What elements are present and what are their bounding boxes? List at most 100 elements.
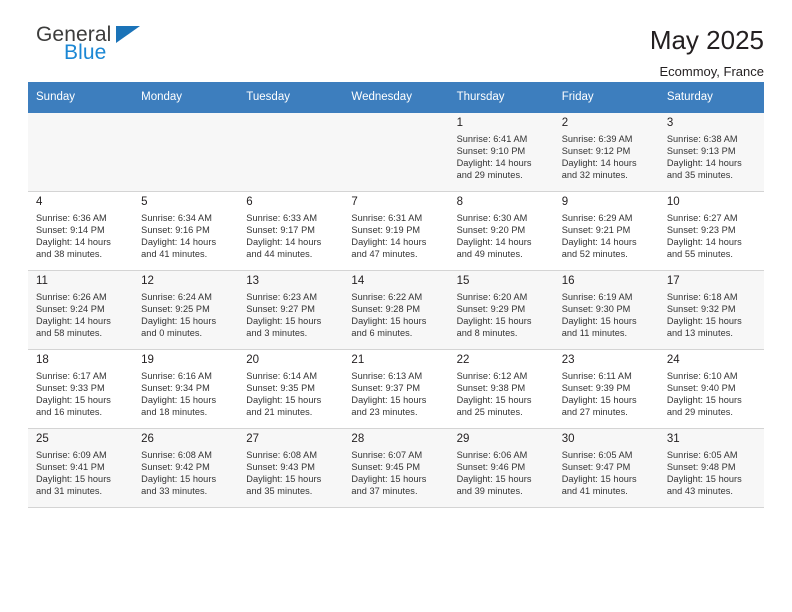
calendar-day-cell[interactable]: 3 Sunrise: 6:38 AM Sunset: 9:13 PM Daylight… — [658, 112, 764, 192]
daylight-text-line2: and 6 minutes. — [351, 328, 413, 339]
weekday-header-wednesday: Wednesday — [343, 82, 449, 113]
calendar-day-cell[interactable]: 16 Sunrise: 6:19 AM Sunset: 9:30 PM Dayligh… — [553, 270, 659, 350]
daylight-text-line1: Daylight: 14 hours — [666, 237, 742, 248]
sunrise-text: Sunrise: 6:13 AM — [351, 371, 423, 381]
sunset-text: Sunset: 9:16 PM — [141, 225, 210, 236]
sun-info: Sunrise: 6:16 AM Sunset: 9:34 PM Daylight:… — [141, 370, 231, 418]
day-cell-content: 14 Sunrise: 6:22 AM Sunset: 9:28 PM Dayligh… — [343, 271, 448, 349]
brand-logo: General Blue — [28, 24, 154, 63]
daylight-text-line1: Daylight: 15 hours — [561, 474, 637, 485]
daylight-text-line2: and 8 minutes. — [456, 328, 518, 339]
daylight-text-line2: and 39 minutes. — [456, 486, 523, 497]
day-cell-content: 25 Sunrise: 6:09 AM Sunset: 9:41 PM Dayligh… — [28, 429, 133, 507]
sun-info: Sunrise: 6:14 AM Sunset: 9:35 PM Daylight:… — [246, 370, 336, 418]
calendar-day-cell[interactable]: 5 Sunrise: 6:34 AM Sunset: 9:16 PM Daylight… — [133, 191, 239, 271]
sunset-text: Sunset: 9:21 PM — [561, 225, 631, 236]
calendar-day-cell[interactable]: 9 Sunrise: 6:29 AM Sunset: 9:21 PM Daylight… — [553, 191, 659, 271]
daylight-text-line2: and 35 minutes. — [666, 170, 733, 181]
sunrise-text: Sunrise: 6:20 AM — [456, 292, 528, 302]
day-cell-content: 28 Sunrise: 6:07 AM Sunset: 9:45 PM Dayligh… — [343, 429, 448, 507]
daylight-text-line1: Daylight: 15 hours — [561, 316, 637, 327]
daylight-text-line1: Daylight: 15 hours — [456, 395, 532, 406]
calendar-day-cell[interactable]: 10 Sunrise: 6:27 AM Sunset: 9:23 PM Dayligh… — [658, 191, 764, 271]
calendar-day-cell[interactable]: 18 Sunrise: 6:17 AM Sunset: 9:33 PM Dayligh… — [28, 349, 134, 429]
calendar-day-cell[interactable]: 2 Sunrise: 6:39 AM Sunset: 9:12 PM Daylight… — [553, 112, 659, 192]
day-number: 23 — [561, 354, 575, 366]
sun-info: Sunrise: 6:06 AM Sunset: 9:46 PM Daylight:… — [457, 449, 547, 497]
day-cell-content: 24 Sunrise: 6:10 AM Sunset: 9:40 PM Dayligh… — [659, 350, 764, 428]
calendar-day-cell[interactable]: 14 Sunrise: 6:22 AM Sunset: 9:28 PM Dayligh… — [343, 270, 449, 350]
daylight-text-line2: and 35 minutes. — [246, 486, 313, 497]
calendar-day-cell[interactable]: 20 Sunrise: 6:14 AM Sunset: 9:35 PM Dayligh… — [238, 349, 344, 429]
sunrise-text: Sunrise: 6:29 AM — [561, 213, 633, 223]
sun-info: Sunrise: 6:29 AM Sunset: 9:21 PM Daylight:… — [562, 212, 652, 260]
sun-info: Sunrise: 6:31 AM Sunset: 9:19 PM Daylight:… — [351, 212, 441, 260]
calendar-day-cell[interactable]: 8 Sunrise: 6:30 AM Sunset: 9:20 PM Daylight… — [448, 191, 554, 271]
calendar-day-cell[interactable]: 19 Sunrise: 6:16 AM Sunset: 9:34 PM Dayligh… — [133, 349, 239, 429]
calendar-day-cell[interactable]: 31 Sunrise: 6:05 AM Sunset: 9:48 PM Dayligh… — [658, 428, 764, 508]
sun-info: Sunrise: 6:34 AM Sunset: 9:16 PM Daylight:… — [141, 212, 231, 260]
page-header: General Blue May 2025 Ecommoy, France — [28, 0, 764, 79]
day-cell-content: 12 Sunrise: 6:24 AM Sunset: 9:25 PM Dayligh… — [133, 271, 238, 349]
daylight-text-line2: and 13 minutes. — [666, 328, 733, 339]
sunset-text: Sunset: 9:40 PM — [666, 383, 736, 394]
calendar-day-cell[interactable]: 21 Sunrise: 6:13 AM Sunset: 9:37 PM Dayligh… — [343, 349, 449, 429]
day-cell-content: 8 Sunrise: 6:30 AM Sunset: 9:20 PM Daylight… — [449, 192, 554, 270]
calendar-empty-cell — [133, 112, 239, 192]
sunrise-text: Sunrise: 6:34 AM — [141, 213, 212, 223]
calendar-day-cell[interactable]: 11 Sunrise: 6:26 AM Sunset: 9:24 PM Dayligh… — [28, 270, 134, 350]
weekday-header-sunday: Sunday — [28, 82, 134, 113]
sun-info: Sunrise: 6:39 AM Sunset: 9:12 PM Daylight:… — [562, 133, 652, 181]
calendar-day-cell[interactable]: 29 Sunrise: 6:06 AM Sunset: 9:46 PM Dayligh… — [448, 428, 554, 508]
sunrise-text: Sunrise: 6:12 AM — [456, 371, 528, 381]
calendar-day-cell[interactable]: 12 Sunrise: 6:24 AM Sunset: 9:25 PM Dayligh… — [133, 270, 239, 350]
day-number: 3 — [666, 117, 674, 129]
calendar-body: 1 Sunrise: 6:41 AM Sunset: 9:10 PM Daylight… — [28, 112, 764, 508]
sun-info: Sunrise: 6:19 AM Sunset: 9:30 PM Daylight:… — [562, 291, 652, 339]
day-number: 14 — [351, 275, 365, 287]
day-cell-content: 6 Sunrise: 6:33 AM Sunset: 9:17 PM Daylight… — [238, 192, 343, 270]
calendar-day-cell[interactable]: 6 Sunrise: 6:33 AM Sunset: 9:17 PM Daylight… — [238, 191, 344, 271]
daylight-text-line1: Daylight: 15 hours — [36, 474, 111, 485]
calendar-day-cell[interactable]: 25 Sunrise: 6:09 AM Sunset: 9:41 PM Dayligh… — [28, 428, 134, 508]
calendar-day-cell[interactable]: 28 Sunrise: 6:07 AM Sunset: 9:45 PM Dayligh… — [343, 428, 449, 508]
day-number: 30 — [561, 433, 575, 445]
calendar-day-cell[interactable]: 23 Sunrise: 6:11 AM Sunset: 9:39 PM Dayligh… — [553, 349, 659, 429]
calendar-day-cell[interactable]: 27 Sunrise: 6:08 AM Sunset: 9:43 PM Dayligh… — [238, 428, 344, 508]
sunrise-text: Sunrise: 6:22 AM — [351, 292, 423, 302]
calendar-day-cell[interactable]: 15 Sunrise: 6:20 AM Sunset: 9:29 PM Dayligh… — [448, 270, 554, 350]
sunrise-text: Sunrise: 6:26 AM — [36, 292, 107, 302]
sunset-text: Sunset: 9:19 PM — [351, 225, 421, 236]
calendar-day-cell[interactable]: 22 Sunrise: 6:12 AM Sunset: 9:38 PM Dayligh… — [448, 349, 554, 429]
daylight-text-line1: Daylight: 15 hours — [351, 474, 427, 485]
daylight-text-line2: and 3 minutes. — [246, 328, 308, 339]
calendar-day-cell[interactable]: 17 Sunrise: 6:18 AM Sunset: 9:32 PM Dayligh… — [658, 270, 764, 350]
daylight-text-line2: and 23 minutes. — [351, 407, 418, 418]
sun-info: Sunrise: 6:38 AM Sunset: 9:13 PM Daylight:… — [667, 133, 757, 181]
location-subtitle: Ecommoy, France — [659, 63, 764, 79]
day-number: 27 — [246, 433, 260, 445]
daylight-text-line2: and 41 minutes. — [141, 249, 208, 260]
daylight-text-line1: Daylight: 15 hours — [666, 316, 742, 327]
sunrise-text: Sunrise: 6:33 AM — [246, 213, 318, 223]
calendar-day-cell[interactable]: 4 Sunrise: 6:36 AM Sunset: 9:14 PM Daylight… — [28, 191, 134, 271]
page-title: May 2025 — [649, 25, 764, 55]
calendar-week-row: 18 Sunrise: 6:17 AM Sunset: 9:33 PM Dayligh… — [28, 349, 764, 429]
daylight-text-line2: and 52 minutes. — [561, 249, 628, 260]
sunrise-text: Sunrise: 6:05 AM — [666, 450, 738, 460]
day-cell-content: 26 Sunrise: 6:08 AM Sunset: 9:42 PM Dayligh… — [133, 429, 238, 507]
calendar-day-cell[interactable]: 1 Sunrise: 6:41 AM Sunset: 9:10 PM Daylight… — [448, 112, 554, 192]
sunrise-text: Sunrise: 6:07 AM — [351, 450, 423, 460]
day-number: 16 — [561, 275, 575, 287]
daylight-text-line2: and 11 minutes. — [561, 328, 628, 339]
calendar-day-cell[interactable]: 7 Sunrise: 6:31 AM Sunset: 9:19 PM Daylight… — [343, 191, 449, 271]
calendar-day-cell[interactable]: 30 Sunrise: 6:05 AM Sunset: 9:47 PM Dayligh… — [553, 428, 659, 508]
sunset-text: Sunset: 9:48 PM — [666, 462, 736, 473]
calendar-day-cell[interactable]: 24 Sunrise: 6:10 AM Sunset: 9:40 PM Dayligh… — [658, 349, 764, 429]
sunset-text: Sunset: 9:14 PM — [36, 225, 105, 236]
sun-info: Sunrise: 6:36 AM Sunset: 9:14 PM Daylight:… — [36, 212, 126, 260]
brand-triangle-icon — [116, 26, 141, 43]
daylight-text-line1: Daylight: 15 hours — [246, 316, 322, 327]
calendar-day-cell[interactable]: 13 Sunrise: 6:23 AM Sunset: 9:27 PM Dayligh… — [238, 270, 344, 350]
calendar-day-cell[interactable]: 26 Sunrise: 6:08 AM Sunset: 9:42 PM Dayligh… — [133, 428, 239, 508]
